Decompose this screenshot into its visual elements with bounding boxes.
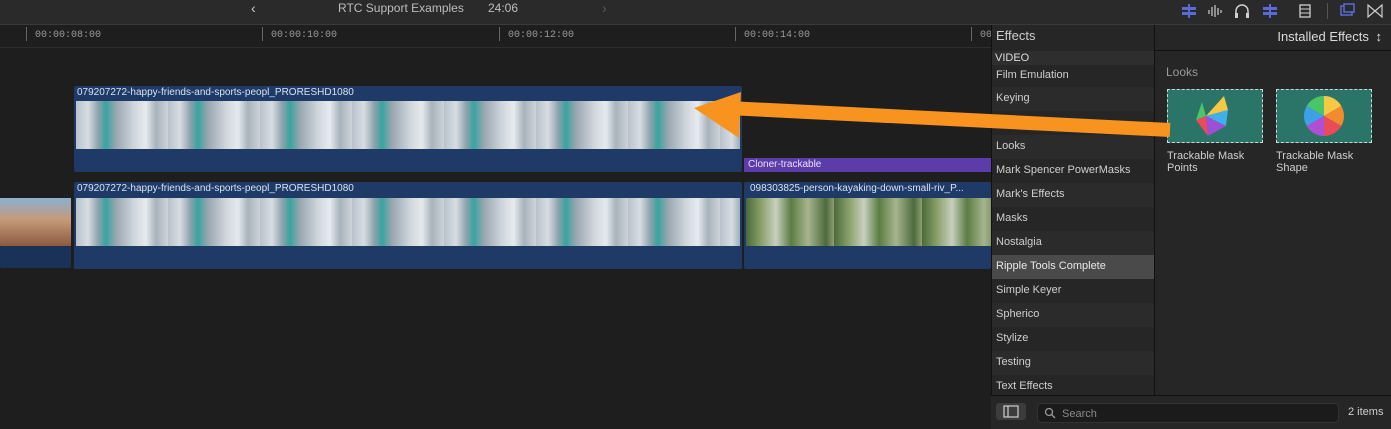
project-title: RTC Support Examples — [338, 1, 464, 15]
video-section-header: VIDEO — [992, 51, 1155, 65]
updown-chevron-icon: ↕ — [1375, 29, 1383, 44]
browser-toggle-icon[interactable] — [1338, 3, 1356, 19]
installed-effects-dropdown[interactable]: Installed Effects ↕ — [1277, 29, 1382, 44]
item-count: 2 items — [1348, 406, 1384, 418]
chevron-right-icon[interactable]: › — [602, 0, 607, 16]
category-simple-keyer[interactable]: Simple Keyer — [992, 279, 1155, 303]
category-film-emulation[interactable]: Film Emulation — [992, 65, 1155, 87]
effect-clip-name: Cloner-trackable — [748, 159, 822, 170]
ruler-tick — [735, 27, 736, 41]
clip-appearance-icon[interactable] — [1180, 3, 1198, 19]
ruler-label: 00:00:10:00 — [271, 30, 338, 41]
sidebar-toggle-button[interactable] — [996, 403, 1026, 420]
previous-clip-thumbnail[interactable] — [0, 198, 71, 246]
installed-effects-label: Installed Effects — [1277, 29, 1369, 44]
category-keying[interactable]: Keying — [992, 87, 1155, 111]
ruler-tick — [499, 27, 500, 41]
clip-filmstrip — [76, 198, 740, 246]
ruler-label: 00:00:08:00 — [35, 30, 102, 41]
color-wheel-icon — [1304, 96, 1344, 136]
snapping-icon[interactable] — [1261, 3, 1279, 19]
video-section-label: VIDEO — [995, 52, 1030, 64]
ruler-tick — [971, 27, 972, 41]
category-masks[interactable]: Masks — [992, 207, 1155, 231]
effect-clip[interactable]: Cloner-trackable — [744, 158, 991, 172]
effects-bottom-bar: 2 items — [991, 395, 1391, 429]
kayak-video-clip[interactable]: 098303825-person-kayaking-down-small-riv… — [744, 182, 991, 269]
sidebar-icon — [1003, 405, 1019, 418]
category-looks[interactable]: Looks — [992, 135, 1155, 159]
chevron-left-icon[interactable]: ‹ — [251, 0, 256, 16]
effect-label-mask-shape: Trackable Mask Shape — [1276, 150, 1354, 174]
category-marks-effects[interactable]: Mark's Effects — [992, 183, 1155, 207]
ruler-tick — [262, 27, 263, 41]
timeline[interactable]: 00:00:08:00 00:00:10:00 00:00:12:00 00:0… — [0, 25, 992, 428]
headphones-icon[interactable] — [1233, 3, 1251, 19]
clip-name: 079207272-happy-friends-and-sports-peopl… — [77, 183, 354, 194]
audio-waveform-icon[interactable] — [1207, 3, 1225, 19]
project-duration: 24:06 — [488, 1, 519, 15]
category-ripple-tools-complete[interactable]: Ripple Tools Complete — [992, 255, 1155, 279]
category-spherico[interactable]: Spherico — [992, 303, 1155, 327]
category-stylize[interactable]: Stylize — [992, 327, 1155, 351]
ruler-label: 00:00:12:00 — [508, 30, 575, 41]
clip-name: 079207272-happy-friends-and-sports-peopl… — [77, 87, 354, 98]
toolbar-divider — [1327, 3, 1328, 19]
effect-thumbnail-mask-points[interactable] — [1167, 89, 1263, 143]
top-toolbar: ‹ RTC Support Examples 24:06 › — [0, 0, 1391, 25]
category-mark-spencer-powermasks[interactable]: Mark Spencer PowerMasks — [992, 159, 1155, 183]
effects-title: Effects — [996, 28, 1036, 43]
effects-browser-sidebar: Effects VIDEO Film Emulation Keying Ligh… — [991, 25, 1155, 428]
clip-filmstrip — [76, 101, 740, 149]
inspector-toggle-icon[interactable] — [1366, 3, 1384, 19]
ruler-label: 00:00:14:00 — [744, 30, 811, 41]
effect-thumbnail-mask-shape[interactable] — [1276, 89, 1372, 143]
primary-video-clip[interactable]: 079207272-happy-friends-and-sports-peopl… — [74, 182, 742, 269]
filmstrip-icon[interactable] — [1296, 3, 1314, 19]
pinwheel-icon — [1196, 96, 1228, 136]
clip-filmstrip — [746, 198, 991, 246]
clip-name: 098303825-person-kayaking-down-small-riv… — [750, 183, 964, 194]
ruler-tick — [26, 27, 27, 41]
category-light[interactable]: Light — [992, 111, 1155, 135]
search-field[interactable] — [1037, 403, 1339, 423]
category-nostalgia[interactable]: Nostalgia — [992, 231, 1155, 255]
group-label: Looks — [1166, 65, 1199, 79]
effects-content-panel: Installed Effects ↕ Looks Trackable Mask… — [1154, 25, 1391, 395]
timeline-ruler[interactable]: 00:00:08:00 00:00:10:00 00:00:12:00 00:0… — [0, 25, 992, 48]
header-divider — [1155, 50, 1391, 51]
previous-clip[interactable] — [0, 246, 71, 268]
effect-label-mask-points: Trackable Mask Points — [1167, 150, 1245, 174]
search-input[interactable] — [1060, 406, 1334, 422]
search-icon — [1044, 407, 1056, 419]
connected-video-clip[interactable]: 079207272-happy-friends-and-sports-peopl… — [74, 86, 742, 172]
category-testing[interactable]: Testing — [992, 351, 1155, 375]
